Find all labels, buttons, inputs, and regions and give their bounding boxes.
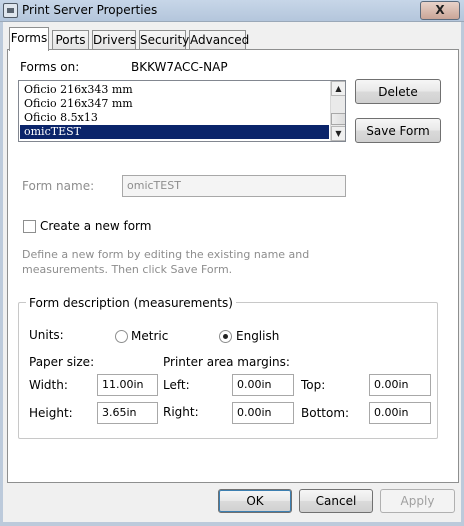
metric-label[interactable]: Metric <box>131 329 168 343</box>
hint-text-line-1: Define a new form by editing the existin… <box>22 248 310 261</box>
bottom-margin-label: Bottom: <box>301 406 350 420</box>
form-description-title: Form description (measurements) <box>26 296 236 310</box>
server-name: BKKW7ACC-NAP <box>131 60 228 74</box>
delete-button[interactable]: Delete <box>355 79 441 104</box>
form-name-label: Form name: <box>22 179 95 193</box>
tab-ports[interactable]: Ports <box>52 30 89 50</box>
printer-icon <box>3 3 18 18</box>
save-form-button[interactable]: Save Form <box>355 118 441 143</box>
tab-advanced[interactable]: Advanced <box>189 30 249 50</box>
ok-button[interactable]: OK <box>218 489 292 513</box>
cancel-button[interactable]: Cancel <box>299 489 373 513</box>
create-new-form-label[interactable]: Create a new form <box>40 219 151 233</box>
english-radio[interactable] <box>219 330 232 343</box>
create-new-form-checkbox[interactable] <box>23 220 36 233</box>
list-item-selected[interactable]: omicTEST <box>20 125 329 139</box>
window-frame-left <box>0 22 3 526</box>
hint-text-line-2: measurements. Then click Save Form. <box>22 263 233 276</box>
close-button[interactable]: X <box>420 1 460 20</box>
form-name-field[interactable]: omicTEST <box>122 175 346 197</box>
scroll-down-arrow-icon[interactable]: ▼ <box>331 126 345 141</box>
scrollbar-thumb[interactable] <box>331 113 345 125</box>
right-margin-field[interactable]: 0.00in <box>232 402 294 424</box>
forms-listbox[interactable]: Oficio 216x343 mm Oficio 216x347 mm Ofic… <box>18 80 346 142</box>
height-label: Height: <box>29 406 73 420</box>
list-item[interactable]: Oficio 216x343 mm <box>20 83 329 97</box>
forms-on-label: Forms on: <box>20 60 80 74</box>
list-item[interactable]: Oficio 216x347 mm <box>20 97 329 111</box>
units-label: Units: <box>29 328 64 342</box>
width-label: Width: <box>29 378 68 392</box>
width-field[interactable]: 11.00in <box>97 374 158 396</box>
right-margin-label: Right: <box>163 405 199 419</box>
bottom-margin-field[interactable]: 0.00in <box>369 402 431 424</box>
top-margin-label: Top: <box>301 378 326 392</box>
scroll-up-arrow-icon[interactable]: ▲ <box>331 81 345 96</box>
printer-area-margins-label: Printer area margins: <box>163 355 290 369</box>
window-frame-bottom <box>0 522 464 526</box>
tab-forms[interactable]: Forms <box>9 27 49 51</box>
list-item[interactable]: Oficio 8.5x13 <box>20 111 329 125</box>
listbox-scrollbar[interactable]: ▲ ▼ <box>330 81 345 141</box>
tab-security[interactable]: Security <box>139 30 189 50</box>
left-margin-label: Left: <box>163 378 190 392</box>
apply-button[interactable]: Apply <box>380 489 455 513</box>
tab-drivers[interactable]: Drivers <box>92 30 136 50</box>
metric-radio[interactable] <box>115 330 128 343</box>
height-field[interactable]: 3.65in <box>97 402 158 424</box>
paper-size-label: Paper size: <box>29 355 95 369</box>
window-title: Print Server Properties <box>22 3 158 17</box>
english-label[interactable]: English <box>236 329 279 343</box>
left-margin-field[interactable]: 0.00in <box>232 374 294 396</box>
top-margin-field[interactable]: 0.00in <box>369 374 431 396</box>
